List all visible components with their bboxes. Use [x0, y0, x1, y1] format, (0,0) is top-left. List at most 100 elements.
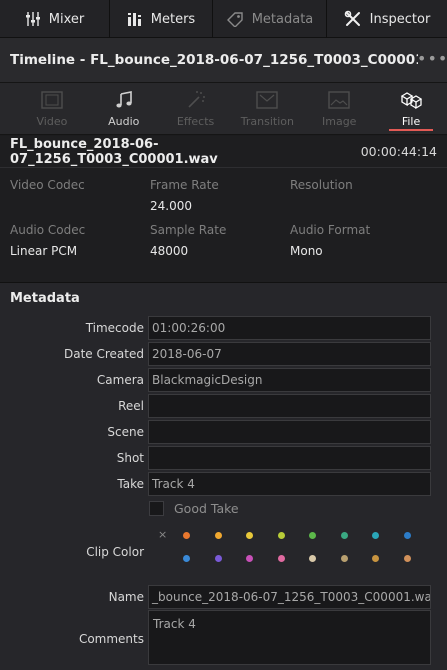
- clip-color-swatch[interactable]: [246, 532, 253, 539]
- tab-transition-label: Transition: [240, 115, 294, 128]
- metadata-section: Metadata Timecode 01:00:26:00 Date Creat…: [0, 282, 447, 670]
- shot-field[interactable]: [148, 446, 431, 470]
- camera-row: Camera BlackmagicDesign: [0, 368, 447, 392]
- clip-color-swatch[interactable]: [215, 532, 222, 539]
- tab-image-label: Image: [322, 115, 357, 128]
- clip-color-swatch[interactable]: [278, 532, 285, 539]
- name-field[interactable]: _bounce_2018-06-07_1256_T0003_C00001.wav: [148, 585, 431, 609]
- file-name: FL_bounce_2018-06-07_1256_T0003_C00001.w…: [10, 136, 218, 167]
- clip-color-none-icon[interactable]: ×: [158, 528, 167, 541]
- sample-rate-label: Sample Rate: [150, 223, 227, 237]
- tab-transition[interactable]: Transition: [231, 83, 303, 134]
- file-cubes-icon: [400, 92, 423, 110]
- reel-field[interactable]: [148, 394, 431, 418]
- tab-image[interactable]: Image: [303, 83, 375, 134]
- audio-format-label: Audio Format: [290, 223, 371, 237]
- scene-label: Scene: [107, 425, 144, 439]
- clip-color-swatch[interactable]: [404, 532, 411, 539]
- metadata-label: Metadata: [251, 11, 314, 27]
- effects-wand-icon: [187, 91, 205, 108]
- clip-color-swatch[interactable]: [183, 532, 190, 539]
- video-icon: [41, 91, 63, 109]
- timeline-title-bar: Timeline - FL_bounce_2018-06-07_1256_T00…: [0, 38, 447, 83]
- take-label: Take: [117, 477, 144, 491]
- metadata-button[interactable]: Metadata: [213, 0, 327, 38]
- tab-audio-label: Audio: [108, 115, 140, 128]
- more-options-icon[interactable]: •••: [417, 49, 447, 73]
- image-icon: [328, 91, 350, 109]
- resolution-value: [290, 199, 430, 213]
- inspector-tools-icon: [344, 10, 360, 26]
- tab-file-label: File: [401, 115, 421, 128]
- clip-color-swatch[interactable]: [278, 555, 285, 562]
- clip-color-swatch[interactable]: [246, 555, 253, 562]
- resolution-label: Resolution: [290, 178, 353, 192]
- meters-label: Meters: [150, 11, 196, 27]
- video-codec-label: Video Codec: [10, 178, 85, 192]
- panel-toolbar: Mixer Meters Metadata Inspector: [0, 0, 447, 38]
- tab-video-label: Video: [36, 115, 68, 128]
- good-take-label: Good Take: [174, 501, 239, 516]
- inspector-button[interactable]: Inspector: [327, 0, 447, 38]
- take-row: Take Track 4: [0, 472, 447, 496]
- scene-row: Scene: [0, 420, 447, 444]
- name-label: Name: [108, 590, 144, 604]
- clip-color-swatch[interactable]: [341, 555, 348, 562]
- tab-effects[interactable]: Effects: [160, 83, 232, 134]
- audio-codec-label: Audio Codec: [10, 223, 86, 237]
- clip-color-swatch[interactable]: [183, 555, 190, 562]
- audio-properties-row: Audio Codec Linear PCM Sample Rate 48000…: [0, 223, 447, 258]
- tab-video[interactable]: Video: [16, 83, 88, 134]
- camera-field[interactable]: BlackmagicDesign: [148, 368, 431, 392]
- file-duration: 00:00:44:14: [360, 144, 437, 159]
- video-properties-row: Video Codec Frame Rate 24.000 Resolution: [0, 178, 447, 213]
- file-info-section: FL_bounce_2018-06-07_1256_T0003_C00001.w…: [0, 136, 447, 282]
- audio-codec-value: Linear PCM: [10, 244, 78, 258]
- timecode-row: Timecode 01:00:26:00: [0, 316, 447, 340]
- mixer-label: Mixer: [48, 11, 85, 27]
- shot-row: Shot: [0, 446, 447, 470]
- tab-audio[interactable]: Audio: [88, 83, 160, 134]
- frame-rate-value: 24.000: [150, 199, 192, 213]
- shot-label: Shot: [116, 451, 144, 465]
- inspector-label: Inspector: [369, 11, 431, 27]
- video-codec-value: [10, 199, 150, 213]
- sample-rate-value: 48000: [150, 244, 189, 258]
- mixer-button[interactable]: Mixer: [0, 0, 110, 38]
- file-info-header: FL_bounce_2018-06-07_1256_T0003_C00001.w…: [0, 136, 447, 168]
- timeline-title: Timeline - FL_bounce_2018-06-07_1256_T00…: [10, 52, 418, 68]
- mixer-icon: [25, 12, 40, 26]
- clip-color-swatch[interactable]: [309, 555, 316, 562]
- metadata-title: Metadata: [10, 291, 80, 306]
- camera-label: Camera: [96, 373, 144, 387]
- reel-label: Reel: [118, 399, 144, 413]
- timecode-label: Timecode: [85, 321, 144, 335]
- date-created-row: Date Created 2018-06-07: [0, 342, 447, 366]
- clip-color-swatch[interactable]: [309, 532, 316, 539]
- inspector-tabs: Video Audio Effects Transition Image Fil…: [0, 83, 447, 135]
- scene-field[interactable]: [148, 420, 431, 444]
- reel-row: Reel: [0, 394, 447, 418]
- meters-icon: [127, 13, 141, 26]
- take-field[interactable]: Track 4: [148, 472, 431, 496]
- date-created-field[interactable]: 2018-06-07: [148, 342, 431, 366]
- frame-rate-label: Frame Rate: [150, 178, 219, 192]
- clip-color-swatch[interactable]: [404, 555, 411, 562]
- meters-button[interactable]: Meters: [110, 0, 213, 38]
- clip-color-swatch[interactable]: [215, 555, 222, 562]
- tab-file[interactable]: File: [375, 83, 447, 134]
- good-take-row: Good Take: [149, 501, 239, 516]
- clip-color-swatch[interactable]: [372, 555, 379, 562]
- good-take-checkbox[interactable]: [149, 501, 164, 516]
- timecode-field[interactable]: 01:00:26:00: [148, 316, 431, 340]
- tab-effects-label: Effects: [176, 115, 215, 128]
- music-note-icon: [116, 91, 132, 108]
- clip-color-swatch[interactable]: [372, 532, 379, 539]
- comments-field[interactable]: Track 4: [148, 610, 431, 665]
- name-row: Name _bounce_2018-06-07_1256_T0003_C0000…: [0, 585, 447, 609]
- clip-color-label: Clip Color: [86, 545, 144, 559]
- clip-color-swatch[interactable]: [341, 532, 348, 539]
- audio-format-value: Mono: [290, 244, 323, 258]
- metadata-tag-icon: [226, 12, 243, 27]
- date-created-label: Date Created: [64, 347, 144, 361]
